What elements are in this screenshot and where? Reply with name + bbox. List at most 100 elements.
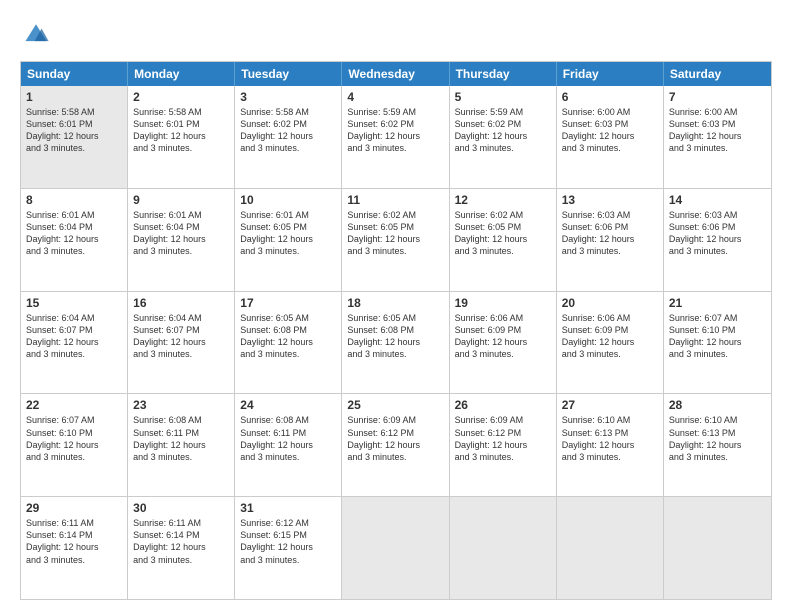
day-number: 1 — [26, 90, 122, 104]
calendar-cell: 20 Sunrise: 6:06 AM Sunset: 6:09 PM Dayli… — [557, 292, 664, 394]
cell-info: Sunrise: 6:12 AM Sunset: 6:15 PM Dayligh… — [240, 518, 313, 564]
calendar-cell — [664, 497, 771, 599]
day-number: 13 — [562, 193, 658, 207]
calendar-row: 29 Sunrise: 6:11 AM Sunset: 6:14 PM Dayli… — [21, 496, 771, 599]
day-number: 4 — [347, 90, 443, 104]
day-number: 19 — [455, 296, 551, 310]
cell-info: Sunrise: 6:04 AM Sunset: 6:07 PM Dayligh… — [133, 313, 206, 359]
calendar-cell: 26 Sunrise: 6:09 AM Sunset: 6:12 PM Dayli… — [450, 394, 557, 496]
cell-info: Sunrise: 6:10 AM Sunset: 6:13 PM Dayligh… — [562, 415, 635, 461]
calendar-cell: 7Sunrise: 6:00 AM Sunset: 6:03 PM Daylig… — [664, 86, 771, 188]
cell-info: Sunrise: 6:08 AM Sunset: 6:11 PM Dayligh… — [133, 415, 206, 461]
weekday-header: Tuesday — [235, 62, 342, 86]
cell-info: Sunrise: 6:01 AM Sunset: 6:05 PM Dayligh… — [240, 210, 313, 256]
cell-info: Sunrise: 6:10 AM Sunset: 6:13 PM Dayligh… — [669, 415, 742, 461]
day-number: 16 — [133, 296, 229, 310]
calendar-cell: 6Sunrise: 6:00 AM Sunset: 6:03 PM Daylig… — [557, 86, 664, 188]
cell-info: Sunrise: 5:59 AM Sunset: 6:02 PM Dayligh… — [347, 107, 420, 153]
calendar-row: 8Sunrise: 6:01 AM Sunset: 6:04 PM Daylig… — [21, 188, 771, 291]
page-header — [20, 18, 772, 51]
calendar-cell: 3Sunrise: 5:58 AM Sunset: 6:02 PM Daylig… — [235, 86, 342, 188]
cell-info: Sunrise: 6:05 AM Sunset: 6:08 PM Dayligh… — [240, 313, 313, 359]
calendar-cell: 30 Sunrise: 6:11 AM Sunset: 6:14 PM Dayli… — [128, 497, 235, 599]
day-number: 27 — [562, 398, 658, 412]
day-number: 14 — [669, 193, 766, 207]
day-number: 18 — [347, 296, 443, 310]
weekday-header: Monday — [128, 62, 235, 86]
day-number: 26 — [455, 398, 551, 412]
calendar-cell — [342, 497, 449, 599]
calendar-cell: 1 Sunrise: 5:58 AM Sunset: 6:01 PM Daylig… — [21, 86, 128, 188]
day-number: 3 — [240, 90, 336, 104]
day-number: 9 — [133, 193, 229, 207]
calendar-page: SundayMondayTuesdayWednesdayThursdayFrid… — [0, 0, 792, 612]
weekday-header: Saturday — [664, 62, 771, 86]
day-number: 17 — [240, 296, 336, 310]
calendar-cell: 12 Sunrise: 6:02 AM Sunset: 6:05 PM Dayli… — [450, 189, 557, 291]
cell-info: Sunrise: 6:05 AM Sunset: 6:08 PM Dayligh… — [347, 313, 420, 359]
cell-info: Sunrise: 6:00 AM Sunset: 6:03 PM Dayligh… — [669, 107, 742, 153]
cell-info: Sunrise: 5:59 AM Sunset: 6:02 PM Dayligh… — [455, 107, 528, 153]
cell-info: Sunrise: 6:02 AM Sunset: 6:05 PM Dayligh… — [455, 210, 528, 256]
calendar-cell: 14 Sunrise: 6:03 AM Sunset: 6:06 PM Dayli… — [664, 189, 771, 291]
calendar-cell: 8Sunrise: 6:01 AM Sunset: 6:04 PM Daylig… — [21, 189, 128, 291]
cell-info: Sunrise: 6:07 AM Sunset: 6:10 PM Dayligh… — [26, 415, 99, 461]
cell-info: Sunrise: 6:03 AM Sunset: 6:06 PM Dayligh… — [669, 210, 742, 256]
cell-info: Sunrise: 6:11 AM Sunset: 6:14 PM Dayligh… — [133, 518, 206, 564]
day-number: 20 — [562, 296, 658, 310]
calendar-cell: 4 Sunrise: 5:59 AM Sunset: 6:02 PM Daylig… — [342, 86, 449, 188]
calendar-cell — [557, 497, 664, 599]
calendar-cell: 23 Sunrise: 6:08 AM Sunset: 6:11 PM Dayli… — [128, 394, 235, 496]
cell-info: Sunrise: 6:06 AM Sunset: 6:09 PM Dayligh… — [562, 313, 635, 359]
weekday-header: Friday — [557, 62, 664, 86]
cell-info: Sunrise: 6:04 AM Sunset: 6:07 PM Dayligh… — [26, 313, 99, 359]
day-number: 31 — [240, 501, 336, 515]
day-number: 5 — [455, 90, 551, 104]
calendar-cell: 10 Sunrise: 6:01 AM Sunset: 6:05 PM Dayli… — [235, 189, 342, 291]
calendar-cell: 9 Sunrise: 6:01 AM Sunset: 6:04 PM Daylig… — [128, 189, 235, 291]
calendar-cell: 27 Sunrise: 6:10 AM Sunset: 6:13 PM Dayli… — [557, 394, 664, 496]
calendar-cell: 19 Sunrise: 6:06 AM Sunset: 6:09 PM Dayli… — [450, 292, 557, 394]
cell-info: Sunrise: 6:03 AM Sunset: 6:06 PM Dayligh… — [562, 210, 635, 256]
calendar-cell: 18 Sunrise: 6:05 AM Sunset: 6:08 PM Dayli… — [342, 292, 449, 394]
day-number: 10 — [240, 193, 336, 207]
day-number: 12 — [455, 193, 551, 207]
calendar-row: 22 Sunrise: 6:07 AM Sunset: 6:10 PM Dayli… — [21, 393, 771, 496]
day-number: 23 — [133, 398, 229, 412]
logo-icon — [22, 18, 50, 46]
calendar-header-row: SundayMondayTuesdayWednesdayThursdayFrid… — [21, 62, 771, 86]
calendar-cell: 16 Sunrise: 6:04 AM Sunset: 6:07 PM Dayli… — [128, 292, 235, 394]
calendar-row: 15Sunrise: 6:04 AM Sunset: 6:07 PM Dayli… — [21, 291, 771, 394]
calendar-row: 1 Sunrise: 5:58 AM Sunset: 6:01 PM Daylig… — [21, 86, 771, 188]
calendar-cell: 22 Sunrise: 6:07 AM Sunset: 6:10 PM Dayli… — [21, 394, 128, 496]
cell-info: Sunrise: 6:06 AM Sunset: 6:09 PM Dayligh… — [455, 313, 528, 359]
cell-info: Sunrise: 5:58 AM Sunset: 6:01 PM Dayligh… — [133, 107, 206, 153]
calendar-cell: 11 Sunrise: 6:02 AM Sunset: 6:05 PM Dayli… — [342, 189, 449, 291]
day-number: 2 — [133, 90, 229, 104]
calendar-body: 1 Sunrise: 5:58 AM Sunset: 6:01 PM Daylig… — [21, 86, 771, 599]
calendar-cell: 2 Sunrise: 5:58 AM Sunset: 6:01 PM Daylig… — [128, 86, 235, 188]
day-number: 30 — [133, 501, 229, 515]
cell-info: Sunrise: 6:09 AM Sunset: 6:12 PM Dayligh… — [347, 415, 420, 461]
calendar-cell: 17 Sunrise: 6:05 AM Sunset: 6:08 PM Dayli… — [235, 292, 342, 394]
calendar-cell: 13 Sunrise: 6:03 AM Sunset: 6:06 PM Dayli… — [557, 189, 664, 291]
day-number: 11 — [347, 193, 443, 207]
calendar-cell: 29Sunrise: 6:11 AM Sunset: 6:14 PM Dayli… — [21, 497, 128, 599]
calendar-cell: 28Sunrise: 6:10 AM Sunset: 6:13 PM Dayli… — [664, 394, 771, 496]
weekday-header: Sunday — [21, 62, 128, 86]
logo — [20, 18, 50, 51]
calendar-cell: 24Sunrise: 6:08 AM Sunset: 6:11 PM Dayli… — [235, 394, 342, 496]
day-number: 24 — [240, 398, 336, 412]
day-number: 29 — [26, 501, 122, 515]
day-number: 25 — [347, 398, 443, 412]
cell-info: Sunrise: 5:58 AM Sunset: 6:01 PM Dayligh… — [26, 107, 99, 153]
day-number: 21 — [669, 296, 766, 310]
day-number: 22 — [26, 398, 122, 412]
cell-info: Sunrise: 6:07 AM Sunset: 6:10 PM Dayligh… — [669, 313, 742, 359]
calendar-cell: 5 Sunrise: 5:59 AM Sunset: 6:02 PM Daylig… — [450, 86, 557, 188]
cell-info: Sunrise: 6:01 AM Sunset: 6:04 PM Dayligh… — [26, 210, 99, 256]
cell-info: Sunrise: 6:09 AM Sunset: 6:12 PM Dayligh… — [455, 415, 528, 461]
calendar-cell — [450, 497, 557, 599]
cell-info: Sunrise: 6:01 AM Sunset: 6:04 PM Dayligh… — [133, 210, 206, 256]
cell-info: Sunrise: 6:02 AM Sunset: 6:05 PM Dayligh… — [347, 210, 420, 256]
